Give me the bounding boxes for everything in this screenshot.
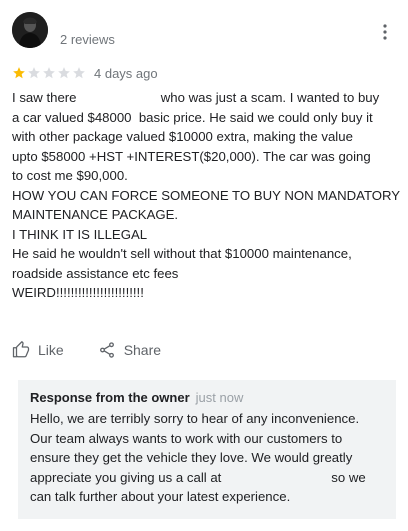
thumbs-up-icon	[12, 341, 30, 359]
share-button[interactable]: Share	[98, 341, 161, 359]
owner-response-header: Response from the owner just now	[30, 390, 384, 405]
star-rating	[12, 66, 86, 80]
star-empty-icon	[73, 67, 85, 79]
star-empty-icon	[28, 67, 40, 79]
review-card: 2 reviews 4 days ago I saw there who was…	[0, 0, 408, 531]
review-date: 4 days ago	[94, 65, 158, 81]
owner-response: Response from the owner just now Hello, w…	[18, 380, 396, 519]
review-meta: 4 days ago	[12, 64, 158, 82]
review-header: 2 reviews	[12, 12, 396, 52]
review-text: I saw there who was just a scam. I wante…	[12, 90, 401, 300]
user-avatar-icon[interactable]	[12, 12, 48, 48]
review-actions: Like Share	[12, 340, 195, 360]
owner-response-text: Hello, we are terribly sorry to hear of …	[30, 411, 366, 504]
owner-response-time: just now	[195, 390, 244, 405]
like-label: Like	[38, 342, 64, 358]
share-icon	[98, 341, 116, 359]
star-empty-icon	[58, 67, 70, 79]
star-filled-icon	[13, 67, 25, 79]
star-empty-icon	[43, 67, 55, 79]
review-count[interactable]: 2 reviews	[60, 32, 115, 47]
share-label: Share	[123, 342, 162, 358]
owner-response-title: Response from the owner	[30, 390, 190, 405]
more-vert-icon[interactable]	[378, 22, 392, 42]
like-button[interactable]: Like	[12, 341, 64, 359]
